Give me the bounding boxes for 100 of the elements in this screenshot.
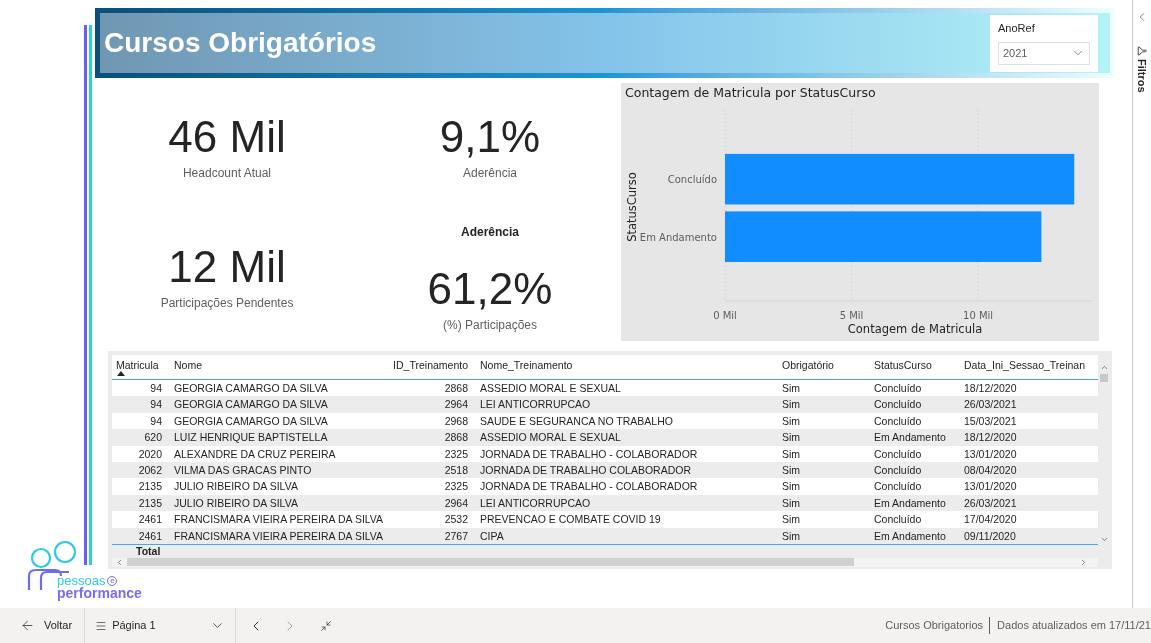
- table-cell-text: SAUDE E SEGURANCA NO TRABALHO: [479, 413, 674, 429]
- table-cell-text: Sim: [781, 430, 802, 446]
- bar[interactable]: [725, 211, 1042, 262]
- kpi-label: Participações Pendentes: [160, 295, 294, 312]
- axis-title: StatusCurso: [625, 172, 639, 242]
- table-cell-text: Sim: [781, 479, 802, 495]
- table-cell-text: Sim: [781, 381, 802, 396]
- table-cell-text: 94: [149, 413, 163, 429]
- column-header[interactable]: ID_Treinamento: [392, 355, 476, 379]
- axis-title: Contagem de Matricula: [847, 322, 983, 336]
- table-cell-text: 2964: [443, 397, 469, 413]
- kpi-label: (%) Participações: [443, 317, 537, 334]
- table-cell-text: FRANCISMARA VIEIRA PEREIRA DA SILVA: [173, 528, 385, 544]
- scroll-up-icon[interactable]: [1099, 363, 1109, 372]
- table-cell-text: 2325: [443, 479, 469, 495]
- kpi-value: 46 Mil: [168, 112, 286, 162]
- table-cell-text: 2461: [137, 512, 163, 528]
- table-cell-text: JORNADA DE TRABALHO COLABORADOR: [479, 462, 693, 478]
- table-cell-text: 18/12/2020: [963, 381, 1018, 396]
- table-cell-text: VILMA DAS GRACAS PINTO: [173, 462, 313, 478]
- table-cell-text: PREVENCAO E COMBATE COVID 19: [479, 512, 662, 528]
- report-name: Cursos Obrigatorios: [885, 617, 991, 634]
- page-title: Cursos Obrigatórios: [104, 26, 377, 60]
- update-info: Dados atualizados em 17/11/21: [996, 618, 1151, 634]
- category-label: Concluído: [667, 174, 717, 186]
- table-cell-text: 08/04/2020: [963, 462, 1018, 478]
- table-cell-text: 2532: [443, 512, 469, 528]
- table-cell-text: Sim: [781, 512, 802, 528]
- table-cell-text: Concluído: [873, 479, 923, 495]
- column-header[interactable]: StatusCurso: [870, 355, 960, 379]
- table-cell-text: Sim: [781, 528, 802, 544]
- scroll-left-icon[interactable]: [115, 557, 124, 567]
- scroll-thumb[interactable]: [127, 558, 854, 567]
- table-cell-text: Em Andamento: [873, 495, 947, 511]
- column-header[interactable]: Obrigatório: [778, 355, 870, 379]
- back-button[interactable]: Voltar: [0, 608, 85, 643]
- tick-label: 0 Mil: [713, 310, 737, 321]
- filters-pane[interactable]: Filtros: [1132, 0, 1151, 608]
- table-cell-text: 2135: [137, 495, 163, 511]
- column-header[interactable]: Nome_Treinamento: [476, 355, 778, 379]
- table-cell-text: 2325: [443, 446, 469, 462]
- tick-label: 10 Mil: [963, 310, 994, 321]
- tick-label: 5 Mil: [839, 310, 864, 321]
- table-cell-text: 2964: [443, 495, 469, 511]
- table-cell-text: 2868: [443, 430, 469, 446]
- table-cell-text: JORNADA DE TRABALHO - COLABORADOR: [479, 479, 699, 495]
- table-cell-text: 26/03/2021: [963, 495, 1018, 511]
- table-cell-text: Concluído: [873, 381, 923, 396]
- column-header[interactable]: Matricula: [112, 355, 170, 379]
- table-cell-text: 13/01/2020: [963, 446, 1018, 462]
- table-cell-text: 26/03/2021: [963, 397, 1018, 413]
- table-cell-text: Sim: [781, 495, 802, 511]
- table-cell-text: 2767: [443, 528, 469, 544]
- table-cell-text: 2062: [137, 462, 163, 478]
- lines-icon: [95, 619, 108, 632]
- table-cell-text: LEI ANTICORRUPCAO: [479, 397, 592, 413]
- slicer-label: AnoRef: [998, 21, 1036, 36]
- table-cell-text: Concluído: [873, 413, 923, 429]
- table-cell-text: Sim: [781, 397, 802, 413]
- collapse-icon[interactable]: [320, 619, 333, 632]
- table-cell-text: 2968: [443, 413, 469, 429]
- column-header[interactable]: Data_Ini_Sessao_Treinan: [960, 355, 1098, 379]
- kpi-label: Headcount Atual: [182, 165, 272, 182]
- filter-icon: [1137, 46, 1147, 56]
- kpi-value: 61,2%: [427, 264, 553, 314]
- bar[interactable]: [725, 153, 1075, 205]
- table-cell-text: 2518: [443, 462, 469, 478]
- table-cell-text: ASSEDIO MORAL E SEXUAL: [479, 381, 622, 396]
- column-header[interactable]: Nome: [170, 355, 392, 379]
- table-cell-text: 13/01/2020: [963, 479, 1018, 495]
- table-cell-text: Em Andamento: [873, 528, 947, 544]
- table-cell-text: GEORGIA CAMARGO DA SILVA: [173, 381, 329, 396]
- table-row[interactable]: 94 GEORGIA CAMARGO DA SILVA 2964 LEI ANTICORRUPCAO Sim Concluído 26/03/2021: [112, 396, 1098, 413]
- table-cell-text: 620: [143, 430, 163, 446]
- table-cell-text: Concluído: [873, 462, 923, 478]
- kpi-value: 9,1%: [439, 112, 541, 162]
- table-cell-text: Sim: [781, 446, 802, 462]
- horizontal-scrollbar[interactable]: [112, 557, 1098, 567]
- table-cell-text: 15/03/2021: [963, 413, 1018, 429]
- table-cell-text: 94: [149, 397, 163, 413]
- table-cell-text: Sim: [781, 462, 802, 478]
- scroll-right-icon[interactable]: [1079, 557, 1088, 567]
- table-cell-text: LUIZ HENRIQUE BAPTISTELLA: [173, 430, 329, 446]
- page-selector[interactable]: Página 1: [85, 608, 236, 643]
- year-dropdown[interactable]: 2021: [998, 41, 1090, 65]
- table-cell-text: 17/04/2020: [963, 512, 1018, 528]
- total-label: Total: [136, 546, 161, 557]
- table-cell-text: 94: [149, 381, 163, 396]
- logo-text: pessoas e performance: [57, 574, 142, 600]
- filters-label: Filtros: [1135, 59, 1150, 93]
- table-cell-text: Concluído: [873, 397, 923, 413]
- table-row[interactable]: 620 LUIZ HENRIQUE BAPTISTELLA 2868 ASSEDIO MORAL E SEXUAL Sim Em Andamento 18/12/2020: [112, 429, 1098, 446]
- table-cell-text: ASSEDIO MORAL E SEXUAL: [479, 430, 622, 446]
- kpi-value: 12 Mil: [168, 242, 286, 292]
- table-cell-text: Concluído: [873, 512, 923, 528]
- table-cell-text: ALEXANDRE DA CRUZ PEREIRA: [173, 446, 337, 462]
- table-cell-text: FRANCISMARA VIEIRA PEREIRA DA SILVA: [173, 512, 385, 528]
- scroll-thumb[interactable]: [1100, 374, 1108, 382]
- table-cell-text: GEORGIA CAMARGO DA SILVA: [173, 413, 329, 429]
- table-cell-text: 18/12/2020: [963, 430, 1018, 446]
